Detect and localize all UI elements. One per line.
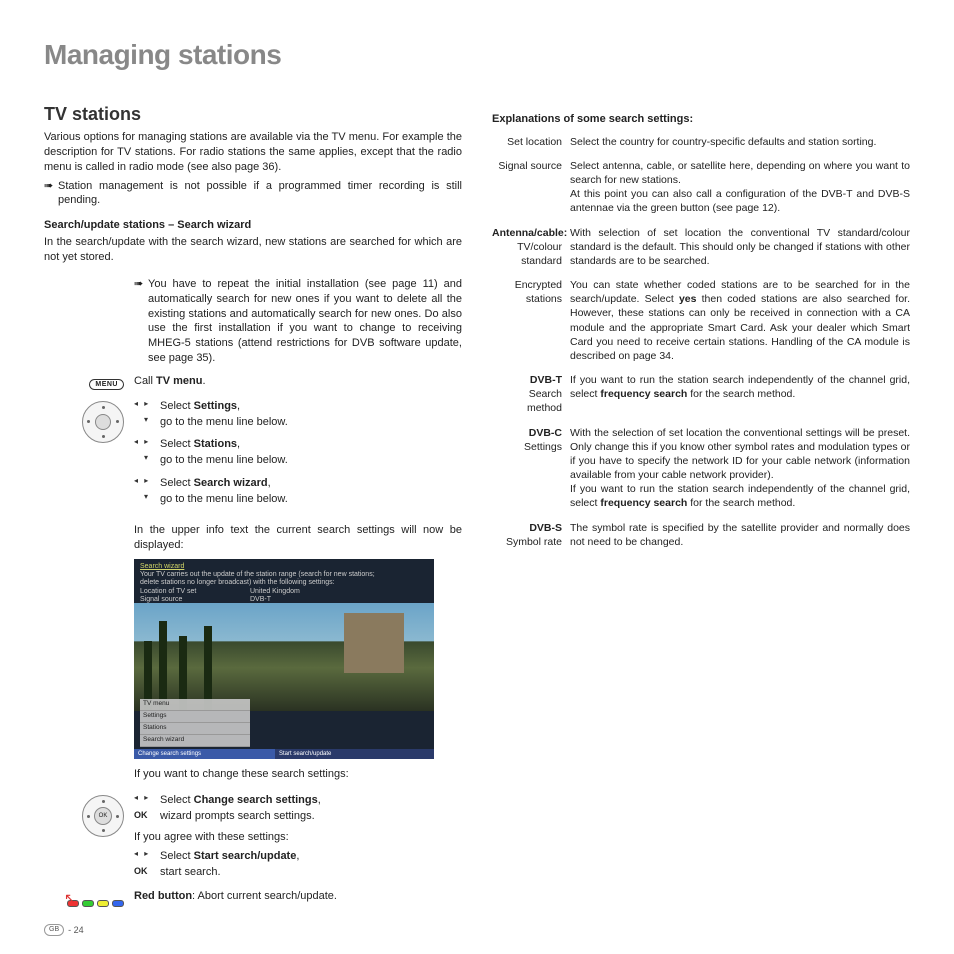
instruction-text: Select Search wizard, bbox=[160, 476, 271, 491]
page-title: Managing stations bbox=[44, 36, 910, 74]
menu-name: Start search/update bbox=[194, 850, 297, 862]
tv-text: Your TV carries out the update of the st… bbox=[140, 571, 428, 579]
definition-label: DVB-TSearch method bbox=[492, 373, 570, 416]
arrow-down-icon: ▾ bbox=[134, 415, 160, 426]
left-column: TV stations Various options for managing… bbox=[44, 102, 462, 912]
menu-name: Change search settings bbox=[194, 794, 318, 806]
instruction-text: go to the menu line below. bbox=[160, 415, 288, 430]
pointer-icon: ➠ bbox=[44, 179, 58, 209]
page-number: - 24 bbox=[68, 924, 84, 936]
definition-text: If you want to run the station search in… bbox=[570, 373, 910, 416]
tv-label: Location of TV set bbox=[140, 588, 250, 596]
arrow-lr-icon: ◂ ▸ bbox=[134, 437, 160, 448]
subheading: Explanations of some search settings: bbox=[492, 112, 910, 127]
ok-label: OK bbox=[134, 809, 160, 821]
tv-menu-item: Settings bbox=[140, 711, 250, 723]
red-button-label: Red button bbox=[134, 890, 192, 902]
instruction-text: go to the menu line below. bbox=[160, 492, 288, 507]
definition-text: You can state whether coded stations are… bbox=[570, 278, 910, 363]
arrow-lr-icon: ◂ ▸ bbox=[134, 793, 160, 804]
arrow-lr-icon: ◂ ▸ bbox=[134, 849, 160, 860]
ok-label: OK bbox=[134, 865, 160, 877]
tv-menu-item: TV menu bbox=[140, 699, 250, 711]
arrow-down-icon: ▾ bbox=[134, 492, 160, 503]
tv-bottom-option: Change search settings bbox=[134, 749, 275, 759]
instruction-text: Select Settings, bbox=[160, 399, 240, 414]
instruction-text: Select bbox=[160, 850, 194, 862]
definition-label: DVB-CSettings bbox=[492, 426, 570, 511]
cursor-icon bbox=[48, 891, 64, 907]
dpad-icon bbox=[82, 401, 124, 443]
arrow-lr-icon: ◂ ▸ bbox=[134, 476, 160, 487]
pointer-icon: ➠ bbox=[134, 277, 148, 366]
tv-menu-overlay: TV menu Settings Stations Search wizard bbox=[140, 699, 250, 746]
intro-text: Various options for managing stations ar… bbox=[44, 130, 462, 175]
right-column: Explanations of some search settings: Se… bbox=[492, 102, 910, 912]
definition-text: The symbol rate is specified by the sate… bbox=[570, 521, 910, 549]
tv-value: United Kingdom bbox=[250, 588, 300, 596]
instruction-text: wizard prompts search settings. bbox=[160, 809, 315, 824]
note-text: Station management is not possible if a … bbox=[58, 179, 462, 209]
definition-label: DVB-SSymbol rate bbox=[492, 521, 570, 549]
section-heading: TV stations bbox=[44, 102, 462, 126]
definition-label: Antenna/cable:TV/colourstandard bbox=[492, 226, 570, 269]
tv-text: delete stations no longer broadcast) wit… bbox=[140, 579, 428, 587]
instruction-text: Call bbox=[134, 375, 156, 387]
body-text: In the search/update with the search wiz… bbox=[44, 235, 462, 265]
page-footer: GB - 24 bbox=[44, 924, 84, 936]
tv-screenshot: Search wizard Your TV carries out the up… bbox=[134, 559, 434, 759]
subheading: Search/update stations – Search wizard bbox=[44, 218, 462, 233]
instruction-text: start search. bbox=[160, 865, 221, 880]
tv-bottom-option: Start search/update bbox=[275, 749, 434, 759]
body-text: In the upper info text the current searc… bbox=[134, 523, 462, 553]
tv-menu-item: Search wizard bbox=[140, 735, 250, 747]
instruction-text: go to the menu line below. bbox=[160, 453, 288, 468]
menu-name: TV menu bbox=[156, 375, 202, 387]
arrow-down-icon: ▾ bbox=[134, 453, 160, 464]
body-text: If you want to change these search setti… bbox=[134, 767, 462, 782]
instruction-text: Select bbox=[160, 794, 194, 806]
definition-label: Encryptedstations bbox=[492, 278, 570, 363]
definition-text: Select antenna, cable, or satellite here… bbox=[570, 159, 910, 216]
instruction-text: : Abort current search/update. bbox=[192, 890, 337, 902]
body-text: If you agree with these settings: bbox=[134, 830, 462, 845]
definition-text: With selection of set location the conve… bbox=[570, 226, 910, 269]
definition-text: Select the country for country-specific … bbox=[570, 135, 910, 149]
definition-text: With the selection of set location the c… bbox=[570, 426, 910, 511]
menu-button-icon: MENU bbox=[89, 379, 124, 390]
definition-label: Signal source bbox=[492, 159, 570, 216]
tv-menu-item: Stations bbox=[140, 723, 250, 735]
region-badge: GB bbox=[44, 924, 64, 935]
tv-wizard-title: Search wizard bbox=[140, 563, 428, 571]
definition-label: Set location bbox=[492, 135, 570, 149]
arrow-lr-icon: ◂ ▸ bbox=[134, 399, 160, 410]
dpad-ok-icon bbox=[82, 795, 124, 837]
note-text: You have to repeat the initial installat… bbox=[148, 277, 462, 366]
instruction-text: Select Stations, bbox=[160, 437, 240, 452]
